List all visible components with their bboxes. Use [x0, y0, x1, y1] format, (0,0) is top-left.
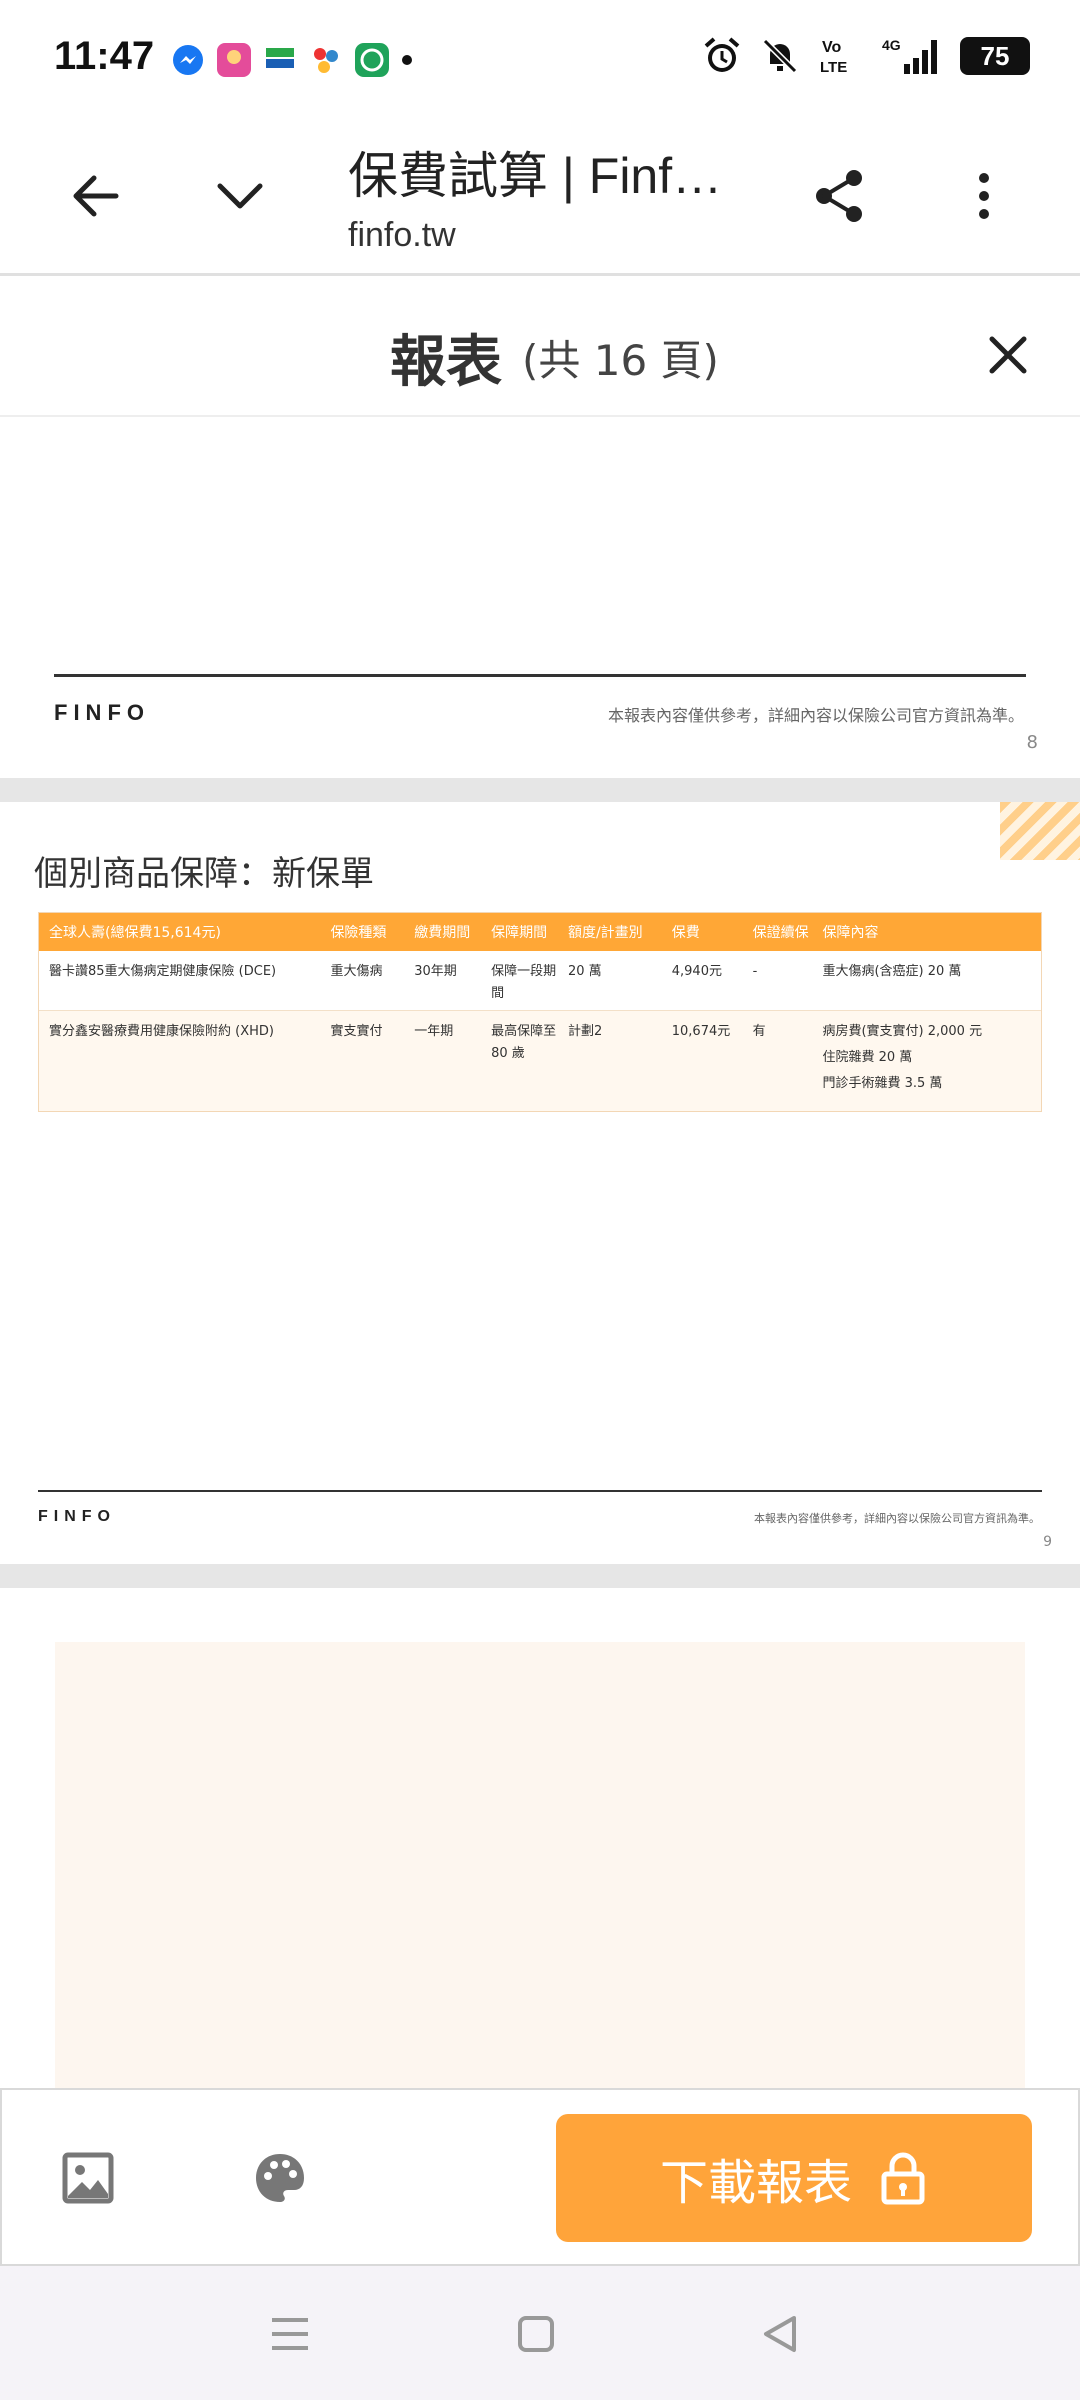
share-button[interactable] — [804, 160, 876, 232]
table-row: 實分鑫安醫療費用健康保險附約 (XHD) 實支實付 一年期 最高保障至 80 歲… — [39, 1011, 1041, 1111]
palette-icon — [256, 2154, 304, 2202]
table-cell: 最高保障至 80 歲 — [491, 1024, 557, 1061]
table-header: 保證續保 — [752, 925, 809, 941]
table-header: 繳費期間 — [414, 925, 471, 941]
table-header-row: 全球人壽(總保費15,614元) 保險種類 繳費期間 保障期間 額度/計畫別 保… — [39, 913, 1041, 951]
alarm-icon — [704, 37, 740, 72]
more-vertical-icon — [979, 173, 989, 219]
table-cell: 實支實付 — [330, 1024, 383, 1039]
table-cell: 30年期 — [414, 964, 457, 979]
image-button[interactable] — [60, 2150, 116, 2206]
report-page-9: 個別商品保障：新保單 全球人壽(總保費15,614元) 保險種類 繳費期間 保障… — [0, 802, 1080, 1564]
table-cell: 10,674元 — [671, 1024, 731, 1039]
table-cell: 醫卡讚85重大傷病定期健康保險 (DCE) — [49, 964, 277, 979]
table-cell: 有 — [752, 1024, 766, 1039]
table-header: 全球人壽(總保費15,614元) — [49, 925, 221, 941]
page-divider — [0, 778, 1080, 802]
lock-icon — [881, 2152, 925, 2205]
signal-4g-icon: 4G — [882, 37, 937, 74]
report-page-8: FINFO 本報表內容僅供參考，詳細內容以保險公司官方資訊為準。 8 — [0, 418, 1080, 778]
more-options-button[interactable] — [948, 160, 1020, 232]
finfo-logo: FINFO — [38, 1508, 116, 1525]
status-bar: 11:47 Vo LTE 4G 75 — [0, 0, 1080, 120]
report-header: 報表 (共 16 頁) — [0, 279, 1080, 417]
finfo-logo: FINFO — [54, 700, 150, 725]
messenger-icon — [173, 45, 203, 75]
square-icon — [518, 2316, 554, 2352]
table-header: 額度/計畫別 — [567, 925, 643, 941]
table-cell: 一年期 — [414, 1024, 454, 1039]
report-title: 報表 — [390, 330, 502, 395]
close-icon — [989, 336, 1027, 374]
battery-indicator: 75 — [960, 37, 1030, 75]
table-cell: 20 萬 — [567, 964, 602, 979]
app-colorful-icon — [314, 48, 338, 73]
menu-icon — [272, 2318, 308, 2350]
table-cell: 重大傷病(含癌症) 20 萬 — [822, 964, 962, 979]
coverage-line: 病房費(實支實付) 2,000 元 — [822, 1024, 983, 1039]
volte-icon: Vo LTE — [820, 39, 847, 76]
table-cell: 保障一段期間 — [491, 964, 557, 1001]
back-button[interactable] — [60, 160, 132, 232]
app-food-icon — [355, 43, 389, 77]
page-title: 保費試算 | Finfo... — [348, 148, 738, 204]
system-navigation-bar — [0, 2266, 1080, 2400]
theme-button[interactable] — [252, 2150, 308, 2206]
page-number: 8 — [1026, 732, 1038, 753]
image-icon — [62, 2152, 114, 2204]
page-content-block — [55, 1642, 1025, 2088]
section-title: 個別商品保障：新保單 — [34, 854, 374, 894]
coverage-line: 住院雜費 20 萬 — [822, 1050, 913, 1065]
page-url: finfo.tw — [348, 216, 456, 254]
table-header: 保費 — [671, 925, 700, 941]
decorative-stripes — [1000, 802, 1080, 860]
share-icon — [816, 170, 862, 222]
home-button[interactable] — [512, 2310, 560, 2358]
status-indicators: Vo LTE 4G 75 — [702, 36, 1030, 76]
app-green-blue-icon — [266, 48, 294, 68]
notification-icons — [170, 42, 414, 78]
table-cell: - — [752, 964, 758, 979]
browser-toolbar: 保費試算 | Finfo... finfo.tw — [0, 120, 1080, 276]
status-time: 11:47 — [54, 34, 155, 78]
table-cell: 實分鑫安醫療費用健康保險附約 (XHD) — [49, 1024, 274, 1039]
more-notifications-dot-icon — [402, 55, 412, 65]
page-divider — [0, 1564, 1080, 1588]
arrow-left-icon — [73, 175, 119, 217]
table-row: 醫卡讚85重大傷病定期健康保險 (DCE) 重大傷病 30年期 保障一段期間 2… — [39, 951, 1041, 1011]
page-title-block[interactable]: 保費試算 | Finfo... finfo.tw — [348, 136, 738, 255]
coverage-table: 全球人壽(總保費15,614元) 保險種類 繳費期間 保障期間 額度/計畫別 保… — [38, 912, 1042, 1112]
footer-disclaimer: 本報表內容僅供參考，詳細內容以保險公司官方資訊為準。 — [607, 706, 1024, 725]
report-page-count: (共 16 頁) — [522, 336, 719, 385]
footer-divider — [38, 1490, 1042, 1492]
download-report-button[interactable]: 下載報表 — [556, 2114, 1032, 2242]
footer-disclaimer: 本報表內容僅供參考，詳細內容以保險公司官方資訊為準。 — [754, 1512, 1040, 1525]
app-pink-icon — [217, 43, 251, 77]
svg-text:LTE: LTE — [820, 59, 847, 76]
table-cell: 重大傷病 — [330, 964, 383, 979]
table-header: 保障內容 — [822, 925, 879, 941]
triangle-back-icon — [764, 2316, 796, 2352]
download-report-label: 下載報表 — [659, 2157, 852, 2210]
chevron-down-icon — [217, 183, 263, 209]
coverage-line: 門診手術雜費 3.5 萬 — [822, 1076, 943, 1091]
table-header: 保險種類 — [330, 925, 387, 941]
mute-bell-icon — [762, 38, 798, 74]
table-cell: 計劃2 — [567, 1024, 603, 1039]
collapse-button[interactable] — [204, 160, 276, 232]
table-header: 保障期間 — [491, 925, 548, 941]
svg-text:4G: 4G — [882, 37, 901, 53]
page-number: 9 — [1043, 1534, 1052, 1550]
footer-divider — [54, 674, 1026, 677]
recent-apps-button[interactable] — [266, 2310, 314, 2358]
system-back-button[interactable] — [756, 2310, 804, 2358]
close-report-button[interactable] — [980, 327, 1036, 383]
table-cell-multiline: 病房費(實支實付) 2,000 元 住院雜費 20 萬 門診手術雜費 3.5 萬 — [822, 1021, 1041, 1111]
svg-text:Vo: Vo — [822, 39, 841, 56]
report-action-bar: 下載報表 — [0, 2088, 1080, 2266]
table-cell: 4,940元 — [671, 964, 722, 979]
report-page-10 — [0, 1588, 1080, 2088]
